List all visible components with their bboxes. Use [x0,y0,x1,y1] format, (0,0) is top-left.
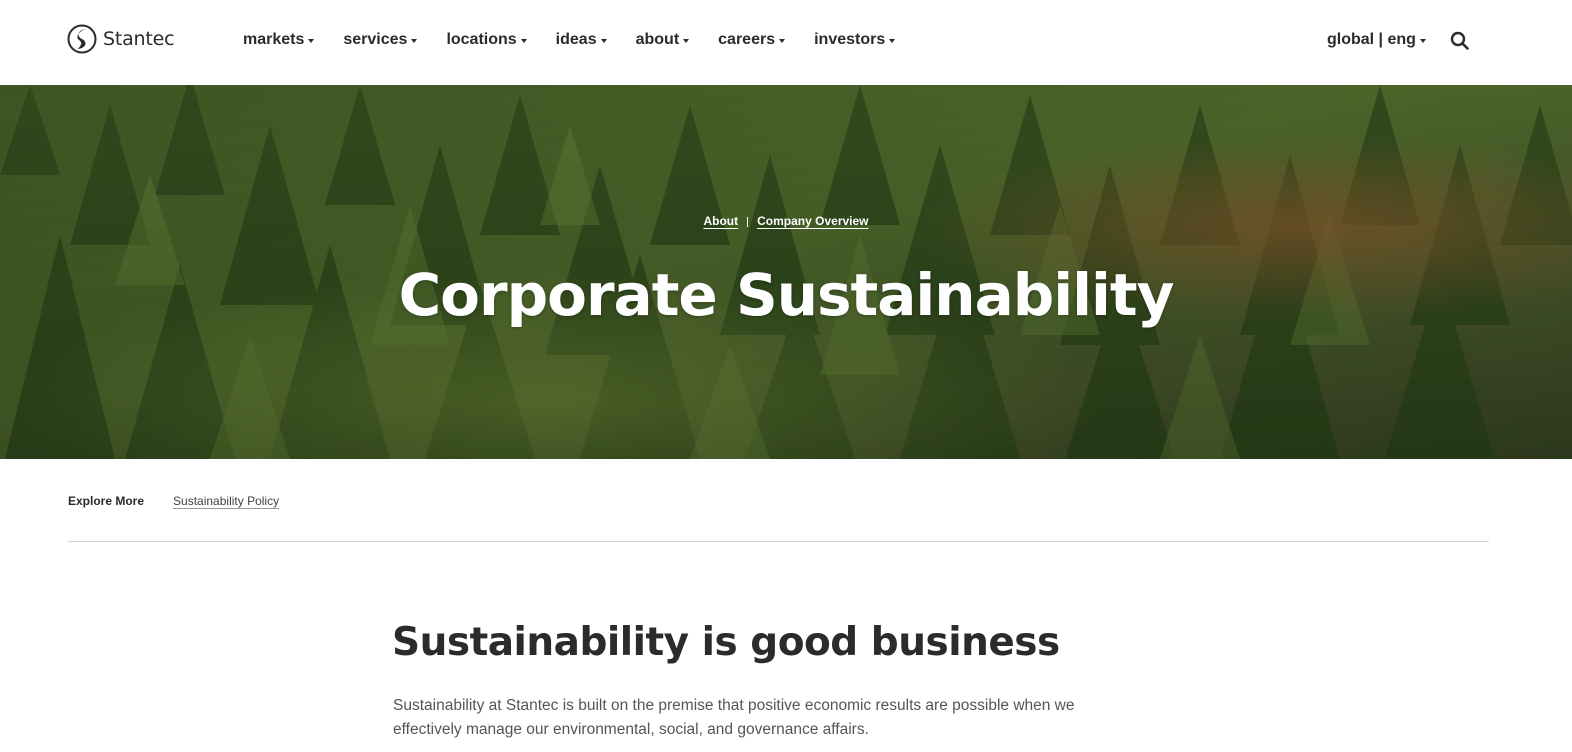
language-label: global | eng [1327,31,1416,48]
caret-down-icon [308,39,315,43]
nav-label: investors [814,31,886,48]
caret-down-icon [520,39,527,43]
breadcrumb-link-about[interactable]: About [703,214,738,228]
caret-down-icon [600,39,607,43]
main-nav: markets services locations ideas about c… [243,31,924,49]
nav-item-locations[interactable]: locations [446,31,527,49]
caret-down-icon [411,39,418,43]
search-button[interactable] [1450,31,1470,51]
nav-item-ideas[interactable]: ideas [556,31,607,49]
caret-down-icon [779,39,786,43]
section-body-text: Sustainability at Stantec is built on th… [393,697,1075,738]
search-icon [1450,31,1469,50]
page-title: Corporate Sustainability [398,261,1175,329]
nav-item-careers[interactable]: careers [718,31,786,49]
breadcrumb: About Company Overview [0,214,1572,228]
explore-more-label: Explore More [68,494,145,508]
section-divider [68,541,1489,542]
site-header: Stantec markets services locations ideas… [0,0,1572,85]
stantec-logo[interactable]: Stantec [67,24,175,54]
nav-item-markets[interactable]: markets [243,31,315,49]
nav-item-about[interactable]: about [636,31,690,49]
explore-more-bar: Explore More Sustainability Policy [68,494,279,508]
language-selector[interactable]: global | eng [1327,31,1426,49]
stantec-logo-icon [67,24,97,54]
nav-label: locations [446,31,517,48]
nav-label: about [635,31,680,48]
nav-item-investors[interactable]: investors [814,31,896,49]
nav-label: markets [243,31,305,48]
nav-item-services[interactable]: services [343,31,418,49]
brand-name: Stantec [103,28,175,50]
explore-link-sustainability-policy[interactable]: Sustainability Policy [173,494,279,508]
nav-label: services [343,31,408,48]
caret-down-icon [1419,39,1426,43]
hero-banner: About Company Overview Corporate Sustaina… [0,85,1572,459]
caret-down-icon [889,39,896,43]
section-heading: Sustainability is good business [392,620,1060,665]
nav-label: ideas [555,31,597,48]
nav-label: careers [718,31,776,48]
breadcrumb-link-company-overview[interactable]: Company Overview [757,214,868,228]
breadcrumb-separator [747,216,749,227]
caret-down-icon [683,39,690,43]
